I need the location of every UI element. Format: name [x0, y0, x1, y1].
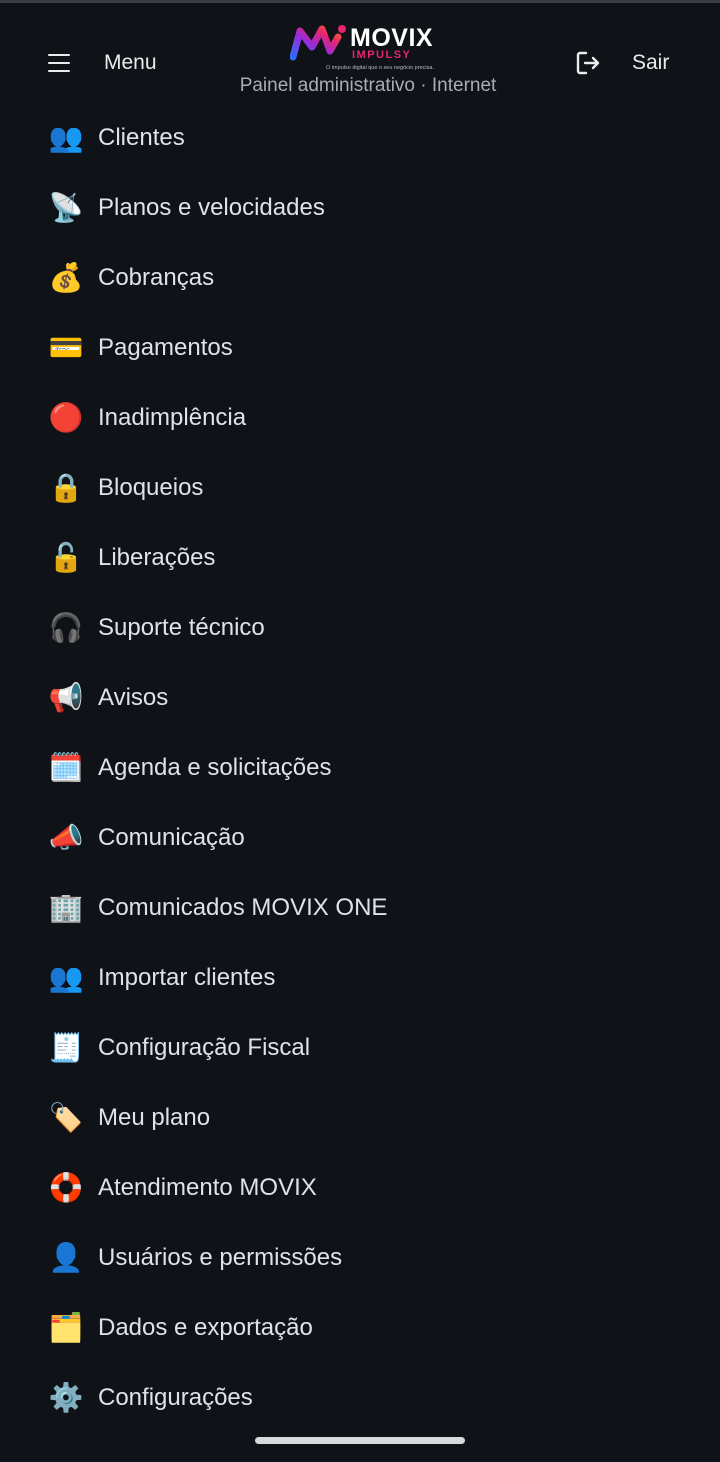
office-building-icon: 🏢	[48, 891, 84, 924]
logout-icon	[576, 51, 600, 75]
loudspeaker-icon: 📢	[48, 681, 84, 714]
nav-item-clientes[interactable]: 👥 Clientes	[0, 103, 720, 173]
red-circle-icon: 🔴	[48, 401, 84, 434]
nav-item-label: Avisos	[98, 684, 169, 711]
logout-button[interactable]: Sair	[574, 45, 669, 81]
lock-icon: 🔒	[48, 471, 84, 504]
home-indicator[interactable]	[255, 1437, 465, 1444]
nav-item-label: Agenda e solicitações	[98, 754, 332, 781]
nav-item-importar-clientes[interactable]: 👥 Importar clientes	[0, 943, 720, 1013]
nav-item-label: Suporte técnico	[98, 614, 265, 641]
nav-item-cobrancas[interactable]: 💰 Cobranças	[0, 243, 720, 313]
nav-item-label: Meu plano	[98, 1104, 211, 1131]
gear-icon: ⚙️	[48, 1381, 84, 1414]
nav-item-label: Usuários e permissões	[98, 1244, 343, 1271]
nav-item-inadimplencia[interactable]: 🔴 Inadimplência	[0, 383, 720, 453]
receipt-icon: 🧾	[48, 1031, 84, 1064]
nav-item-label: Inadimplência	[98, 404, 247, 431]
nav-item-label: Comunicação	[98, 824, 245, 851]
satellite-dish-icon: 📡	[48, 191, 84, 224]
nav-item-label: Pagamentos	[98, 334, 233, 361]
main-navigation: 👥 Clientes 📡 Planos e velocidades 💰 Cobr…	[0, 103, 720, 1433]
app-screen: Menu MOVIX IMPULSY O impulso digital que…	[0, 0, 720, 1462]
nav-item-label: Configuração Fiscal	[98, 1034, 311, 1061]
card-index-dividers-icon: 🗂️	[48, 1311, 84, 1344]
lifebuoy-icon: 🛟	[48, 1171, 84, 1204]
money-bag-icon: 💰	[48, 261, 84, 294]
logo-subtitle: IMPULSY	[352, 49, 412, 61]
nav-item-liberacoes[interactable]: 🔓 Liberações	[0, 523, 720, 593]
nav-item-pagamentos[interactable]: 💳 Pagamentos	[0, 313, 720, 383]
nav-item-comunicacao[interactable]: 📣 Comunicação	[0, 803, 720, 873]
logout-label: Sair	[632, 51, 670, 74]
nav-item-label: Clientes	[98, 124, 185, 151]
people-icon: 👥	[48, 121, 84, 154]
nav-item-label: Bloqueios	[98, 474, 204, 501]
nav-item-label: Comunicados MOVIX ONE	[98, 894, 388, 921]
tag-icon: 🏷️	[48, 1101, 84, 1134]
nav-item-dados-exportacao[interactable]: 🗂️ Dados e exportação	[0, 1293, 720, 1363]
user-icon: 👤	[48, 1241, 84, 1274]
nav-item-configuracoes[interactable]: ⚙️ Configurações	[0, 1363, 720, 1433]
brand-logo: MOVIX IMPULSY O impulso digital que o se…	[290, 19, 450, 77]
nav-item-label: Liberações	[98, 544, 216, 571]
nav-item-label: Atendimento MOVIX	[98, 1174, 317, 1201]
nav-item-agenda[interactable]: 🗓️ Agenda e solicitações	[0, 733, 720, 803]
logo-mark-icon	[290, 25, 346, 61]
logo-tagline: O impulso digital que o seu negócio prec…	[326, 65, 434, 71]
credit-card-icon: 💳	[48, 331, 84, 364]
top-bar: Menu MOVIX IMPULSY O impulso digital que…	[0, 3, 720, 113]
menu-label: Menu	[104, 51, 157, 74]
calendar-icon: 🗓️	[48, 751, 84, 784]
nav-item-label: Importar clientes	[98, 964, 276, 991]
nav-item-bloqueios[interactable]: 🔒 Bloqueios	[0, 453, 720, 523]
nav-item-usuarios[interactable]: 👤 Usuários e permissões	[0, 1223, 720, 1293]
headphones-icon: 🎧	[48, 611, 84, 644]
logo-title: MOVIX	[350, 24, 434, 52]
nav-item-label: Configurações	[98, 1384, 253, 1411]
nav-item-planos[interactable]: 📡 Planos e velocidades	[0, 173, 720, 243]
unlock-icon: 🔓	[48, 541, 84, 574]
nav-item-configuracao-fiscal[interactable]: 🧾 Configuração Fiscal	[0, 1013, 720, 1083]
nav-item-label: Planos e velocidades	[98, 194, 325, 221]
hamburger-icon	[48, 54, 70, 72]
nav-item-label: Dados e exportação	[98, 1314, 313, 1341]
nav-item-atendimento-movix[interactable]: 🛟 Atendimento MOVIX	[0, 1153, 720, 1223]
nav-item-suporte[interactable]: 🎧 Suporte técnico	[0, 593, 720, 663]
people-icon: 👥	[48, 961, 84, 994]
nav-item-comunicados-movix-one[interactable]: 🏢 Comunicados MOVIX ONE	[0, 873, 720, 943]
nav-item-avisos[interactable]: 📢 Avisos	[0, 663, 720, 733]
megaphone-icon: 📣	[48, 821, 84, 854]
nav-item-meu-plano[interactable]: 🏷️ Meu plano	[0, 1083, 720, 1153]
nav-item-label: Cobranças	[98, 264, 215, 291]
